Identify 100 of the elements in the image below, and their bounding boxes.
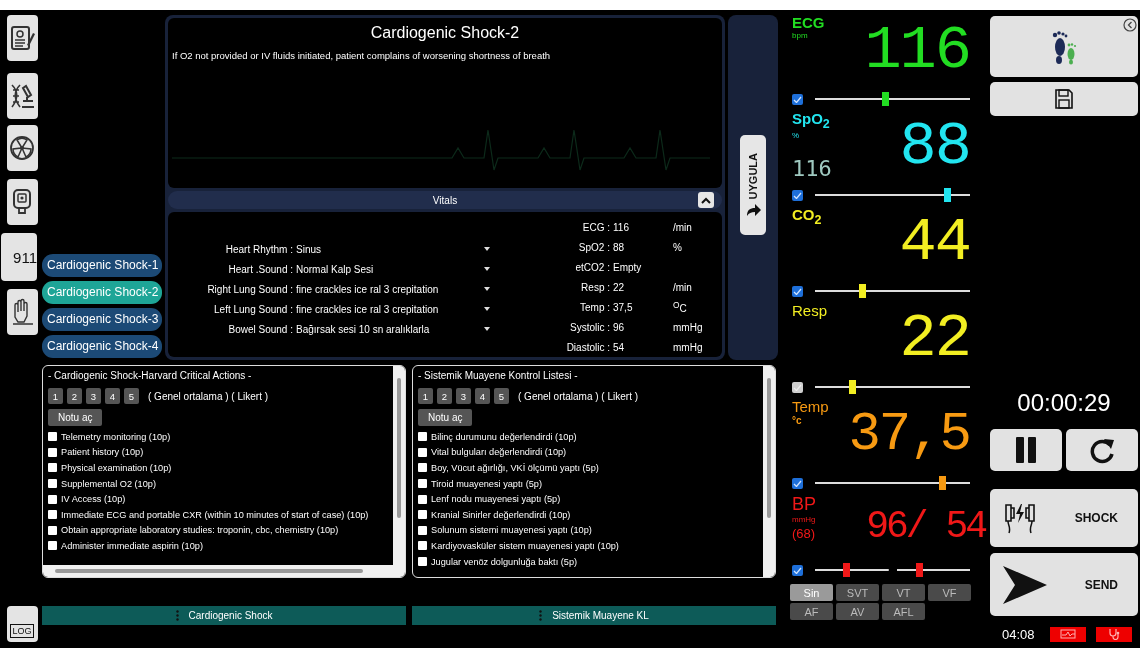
- checklist-item: Telemetry monitoring (10p): [61, 431, 171, 442]
- rating-note: ( Genel ortalama ) ( Likert ): [148, 390, 269, 402]
- case-tab[interactable]: Cardiogenic Shock-4: [42, 335, 162, 358]
- checklist-item: IV Access (10p): [61, 494, 126, 505]
- rating-button[interactable]: 5: [124, 388, 139, 404]
- mean-pressure: (68): [792, 526, 817, 541]
- finding-dropdown[interactable]: Normal Kalp Sesi: [296, 263, 498, 275]
- parameter-value: 44: [898, 206, 971, 280]
- restart-button[interactable]: [1066, 429, 1138, 471]
- radiation-icon: [9, 133, 35, 163]
- checkbox[interactable]: [418, 463, 427, 473]
- checkbox[interactable]: [418, 432, 427, 442]
- document-pen-icon[interactable]: [9, 23, 35, 53]
- note-button[interactable]: Notu aç: [418, 409, 473, 426]
- rating-button[interactable]: 2: [437, 388, 452, 404]
- grip-icon: [175, 610, 179, 621]
- vital-label: SpO2 :: [577, 241, 611, 253]
- tool-button[interactable]: [6, 73, 38, 119]
- slider-thumb[interactable]: [881, 92, 889, 106]
- slider-thumb[interactable]: [858, 284, 866, 298]
- collapse-button[interactable]: [698, 192, 714, 208]
- vital-unit: mmHg: [673, 321, 703, 333]
- checkbox[interactable]: [48, 494, 57, 504]
- rhythm-button[interactable]: AF: [790, 603, 833, 620]
- tool-button[interactable]: [6, 179, 38, 225]
- vital-value: 96: [613, 321, 626, 333]
- rating-button[interactable]: 5: [494, 388, 509, 404]
- checkbox[interactable]: [792, 285, 803, 297]
- checkbox[interactable]: [792, 93, 803, 105]
- case-tab[interactable]: Cardiogenic Shock-3: [42, 308, 162, 331]
- send-button[interactable]: SEND: [990, 553, 1138, 616]
- vital-value: 116: [613, 221, 630, 233]
- pause-button[interactable]: [990, 429, 1062, 471]
- checkbox[interactable]: [48, 510, 57, 520]
- case-tab[interactable]: Cardiogenic Shock-1: [42, 254, 162, 277]
- finding-dropdown[interactable]: Bağırsak sesi 10 sn aralıklarla: [296, 323, 498, 335]
- rating-button[interactable]: 1: [418, 388, 433, 404]
- checkbox[interactable]: [418, 510, 427, 520]
- section-tab[interactable]: Cardiogenic Shock: [42, 606, 406, 625]
- rating-button[interactable]: 4: [475, 388, 490, 404]
- vital-label: etCO2 :: [574, 261, 611, 273]
- parameter-value: 22: [898, 302, 971, 376]
- log-button[interactable]: LOG: [6, 606, 38, 642]
- checkbox[interactable]: [48, 525, 57, 535]
- checkbox[interactable]: [792, 477, 803, 489]
- rating-button[interactable]: 2: [67, 388, 82, 404]
- rating-button[interactable]: 3: [456, 388, 471, 404]
- checkbox[interactable]: [48, 447, 57, 457]
- checkbox[interactable]: [418, 525, 427, 535]
- save-button[interactable]: [990, 82, 1138, 116]
- stethoscope-button[interactable]: [1096, 626, 1132, 642]
- rating-button[interactable]: 4: [105, 388, 120, 404]
- parameter-label: Resp: [792, 302, 829, 319]
- emergency-button[interactable]: 911: [1, 233, 37, 281]
- slider-thumb[interactable]: [939, 476, 947, 490]
- checkbox[interactable]: [792, 381, 803, 393]
- arrow-icon: [745, 203, 761, 218]
- checkbox[interactable]: [418, 541, 427, 551]
- footprint-button[interactable]: [990, 16, 1138, 77]
- scrollbar[interactable]: [393, 366, 405, 577]
- slider-thumb[interactable]: [849, 380, 857, 394]
- checkbox[interactable]: [48, 463, 57, 473]
- rhythm-button[interactable]: AFL: [882, 603, 925, 620]
- vital-unit: $^{O}$C: [673, 299, 687, 315]
- alarm-button[interactable]: [1050, 626, 1086, 642]
- finding-dropdown[interactable]: fine crackles ice ral 3 crepitation: [296, 303, 498, 315]
- parameter-unit: °c: [792, 415, 802, 426]
- slider-thumb[interactable]: [915, 563, 923, 577]
- apply-button[interactable]: UYGULA: [740, 135, 766, 235]
- rhythm-button[interactable]: VT: [882, 584, 925, 601]
- slider-thumb[interactable]: [842, 563, 850, 577]
- rhythm-button[interactable]: VF: [928, 584, 971, 601]
- tool-button[interactable]: [6, 15, 38, 61]
- checkbox[interactable]: [792, 564, 803, 576]
- slider-thumb[interactable]: [943, 188, 951, 202]
- checkbox[interactable]: [418, 494, 427, 504]
- checkbox[interactable]: [48, 432, 57, 442]
- finding-dropdown[interactable]: fine crackles ice ral 3 crepitation: [296, 283, 498, 295]
- parameter-label: ECG: [792, 14, 826, 31]
- vital-value: 88: [613, 241, 626, 253]
- rating-button[interactable]: 3: [86, 388, 101, 404]
- tool-button[interactable]: [6, 289, 38, 335]
- note-button[interactable]: Notu aç: [48, 409, 103, 426]
- tool-button[interactable]: [6, 125, 38, 171]
- section-tab[interactable]: Sistemik Muayene KL: [412, 606, 776, 625]
- checkbox[interactable]: [792, 189, 803, 201]
- rhythm-button[interactable]: SVT: [836, 584, 879, 601]
- checkbox[interactable]: [418, 479, 427, 489]
- checkbox[interactable]: [418, 447, 427, 457]
- checkbox[interactable]: [48, 479, 57, 489]
- rhythm-button[interactable]: AV: [836, 603, 879, 620]
- rating-button[interactable]: 1: [48, 388, 63, 404]
- checkbox[interactable]: [48, 541, 57, 551]
- scrollbar[interactable]: [43, 565, 393, 577]
- finding-label: Left Lung Sound :: [213, 303, 294, 315]
- collapse-icon[interactable]: [1123, 18, 1137, 32]
- shock-button[interactable]: SHOCK: [990, 489, 1138, 547]
- checkbox[interactable]: [418, 557, 427, 567]
- scrollbar[interactable]: [763, 366, 775, 577]
- finding-dropdown[interactable]: Sinus: [296, 243, 498, 255]
